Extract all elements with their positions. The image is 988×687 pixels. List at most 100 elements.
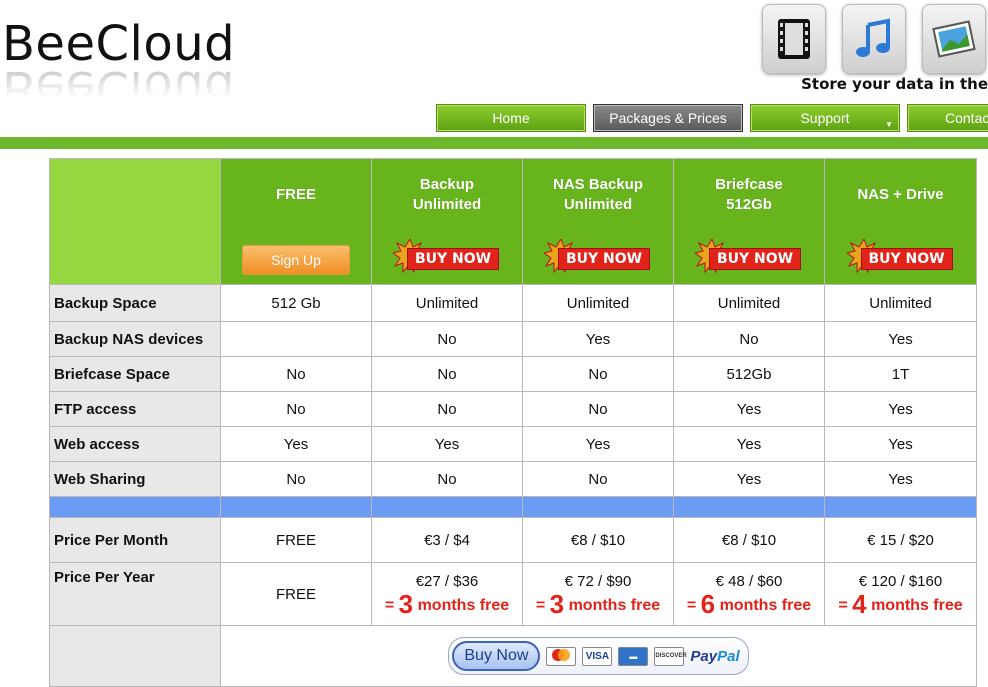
feature-value: Yes [673,461,825,497]
buy-now-label: BUY NOW [407,248,499,270]
feature-label: FTP access [49,391,221,427]
buy-now-button[interactable]: BUY NOW [846,239,955,273]
feature-label: Backup NAS devices [49,321,221,357]
plan-nas-backup-unlimited: NAS Backup Unlimited BUY NOW [522,158,674,285]
feature-value: No [371,321,523,357]
nav-packages-prices[interactable]: Packages & Prices [593,104,743,132]
visa-icon: VISA [582,646,613,666]
buy-now-button[interactable]: BUY NOW [544,239,652,273]
feature-value: Unlimited [673,284,825,322]
feature-label: Briefcase Space [49,356,221,392]
buy-now-button[interactable]: BUY NOW [393,239,501,273]
price-year-value: €27 / $36 = 3 months free [371,562,523,626]
feature-value: Yes [522,426,674,462]
plan-name: Backup [419,176,475,193]
price-month-value: €8 / $10 [522,517,674,563]
paypal-buy-now-button[interactable]: Buy Now VISA ▬ DISCOVER PayPal [448,637,749,675]
feature-value: Yes [824,426,977,462]
feature-row-ftp-access: FTP access No No No Yes Yes [49,391,977,427]
buy-now-label: BUY NOW [558,248,650,270]
feature-value [220,321,372,357]
months-free-promo: = 3 months free [535,589,661,619]
feature-value: Yes [220,426,372,462]
feature-row-backup-nas: Backup NAS devices No Yes No Yes [49,321,977,357]
buy-now-label: Buy Now [452,641,541,671]
feature-value: 1T [824,356,977,392]
feature-value: 512Gb [673,356,825,392]
plan-name: Briefcase [715,176,783,193]
price-per-month-row: Price Per Month FREE €3 / $4 €8 / $10 €8… [49,517,977,563]
tagline: Store your data in the [801,75,988,93]
feature-value: No [371,391,523,427]
dropdown-caret-icon: ▼ [885,120,893,129]
site-logo[interactable]: BeeCloud BeeCloud [2,18,235,98]
paypal-logo: PayPal [690,647,740,665]
feature-row-briefcase-space: Briefcase Space No No No 512Gb 1T [49,356,977,392]
price-month-label: Price Per Month [49,517,221,563]
feature-value: No [522,391,674,427]
discover-icon: DISCOVER [654,646,687,666]
price-year-amount: € 120 / $160 [858,573,943,590]
feature-label: Web access [49,426,221,462]
feature-value: No [220,461,372,497]
divider-row [49,496,977,518]
feature-value: Yes [673,391,825,427]
feature-row-web-access: Web access Yes Yes Yes Yes Yes [49,426,977,462]
feature-value: Unlimited [522,284,674,322]
plan-name-sub: Unlimited [412,196,482,213]
feature-value: Yes [824,391,977,427]
plan-name: FREE [275,186,316,203]
payment-row: Buy Now VISA ▬ DISCOVER PayPal [49,625,977,687]
plan-free: FREE Sign Up [220,158,372,285]
music-icon[interactable] [842,4,906,74]
plans-header-row: FREE Sign Up Backup Unlimited BUY NOW NAS… [49,158,977,285]
price-year-label: Price Per Year [49,562,221,626]
feature-value: 512 Gb [220,284,372,322]
price-month-value: €3 / $4 [371,517,523,563]
plan-name: NAS Backup [552,176,644,193]
feature-value: No [220,356,372,392]
price-year-value: FREE [220,562,372,626]
nav-underline-bar [0,137,988,149]
feature-value: Yes [371,426,523,462]
feature-value: No [220,391,372,427]
nav-packages-label: Packages & Prices [609,110,727,126]
film-icon[interactable] [762,4,826,74]
photo-icon[interactable] [922,4,986,74]
feature-value: Yes [824,321,977,357]
buy-now-label: BUY NOW [709,248,801,270]
feature-row-web-sharing: Web Sharing No No No Yes Yes [49,461,977,497]
buy-now-label: BUY NOW [860,248,953,270]
sign-up-button[interactable]: Sign Up [242,245,350,275]
feature-value: No [673,321,825,357]
price-year-amount: €27 / $36 [415,573,479,590]
nav-support[interactable]: Support ▼ [750,104,900,132]
price-year-amount: € 48 / $60 [715,573,783,590]
plan-backup-unlimited: Backup Unlimited BUY NOW [371,158,523,285]
pricing-table: FREE Sign Up Backup Unlimited BUY NOW NAS… [49,158,977,687]
price-year-value: € 72 / $90 = 3 months free [522,562,674,626]
feature-value: No [522,461,674,497]
price-per-year-row: Price Per Year FREE €27 / $36 = 3 months… [49,562,977,626]
plan-nas-drive: NAS + Drive BUY NOW [824,158,977,285]
price-year-amount: € 72 / $90 [564,573,632,590]
feature-value: Unlimited [824,284,977,322]
plan-briefcase-512gb: Briefcase 512Gb BUY NOW [673,158,825,285]
feature-value: Yes [824,461,977,497]
feature-value: No [371,461,523,497]
nav-home[interactable]: Home [436,104,586,132]
price-month-value: € 15 / $20 [824,517,977,563]
months-free-promo: = 6 months free [686,589,812,619]
feature-value: Unlimited [371,284,523,322]
nav-home-label: Home [492,110,530,126]
header-corner [49,158,221,285]
feature-value: No [522,356,674,392]
plan-name-sub: 512Gb [726,196,772,213]
nav-contact[interactable]: Contac [907,104,988,132]
price-month-value: FREE [220,517,372,563]
buy-now-button[interactable]: BUY NOW [695,239,803,273]
price-year-value: € 120 / $160 = 4 months free [824,562,977,626]
feature-label: Web Sharing [49,461,221,497]
feature-value: Yes [522,321,674,357]
months-free-promo: = 4 months free [838,589,963,619]
